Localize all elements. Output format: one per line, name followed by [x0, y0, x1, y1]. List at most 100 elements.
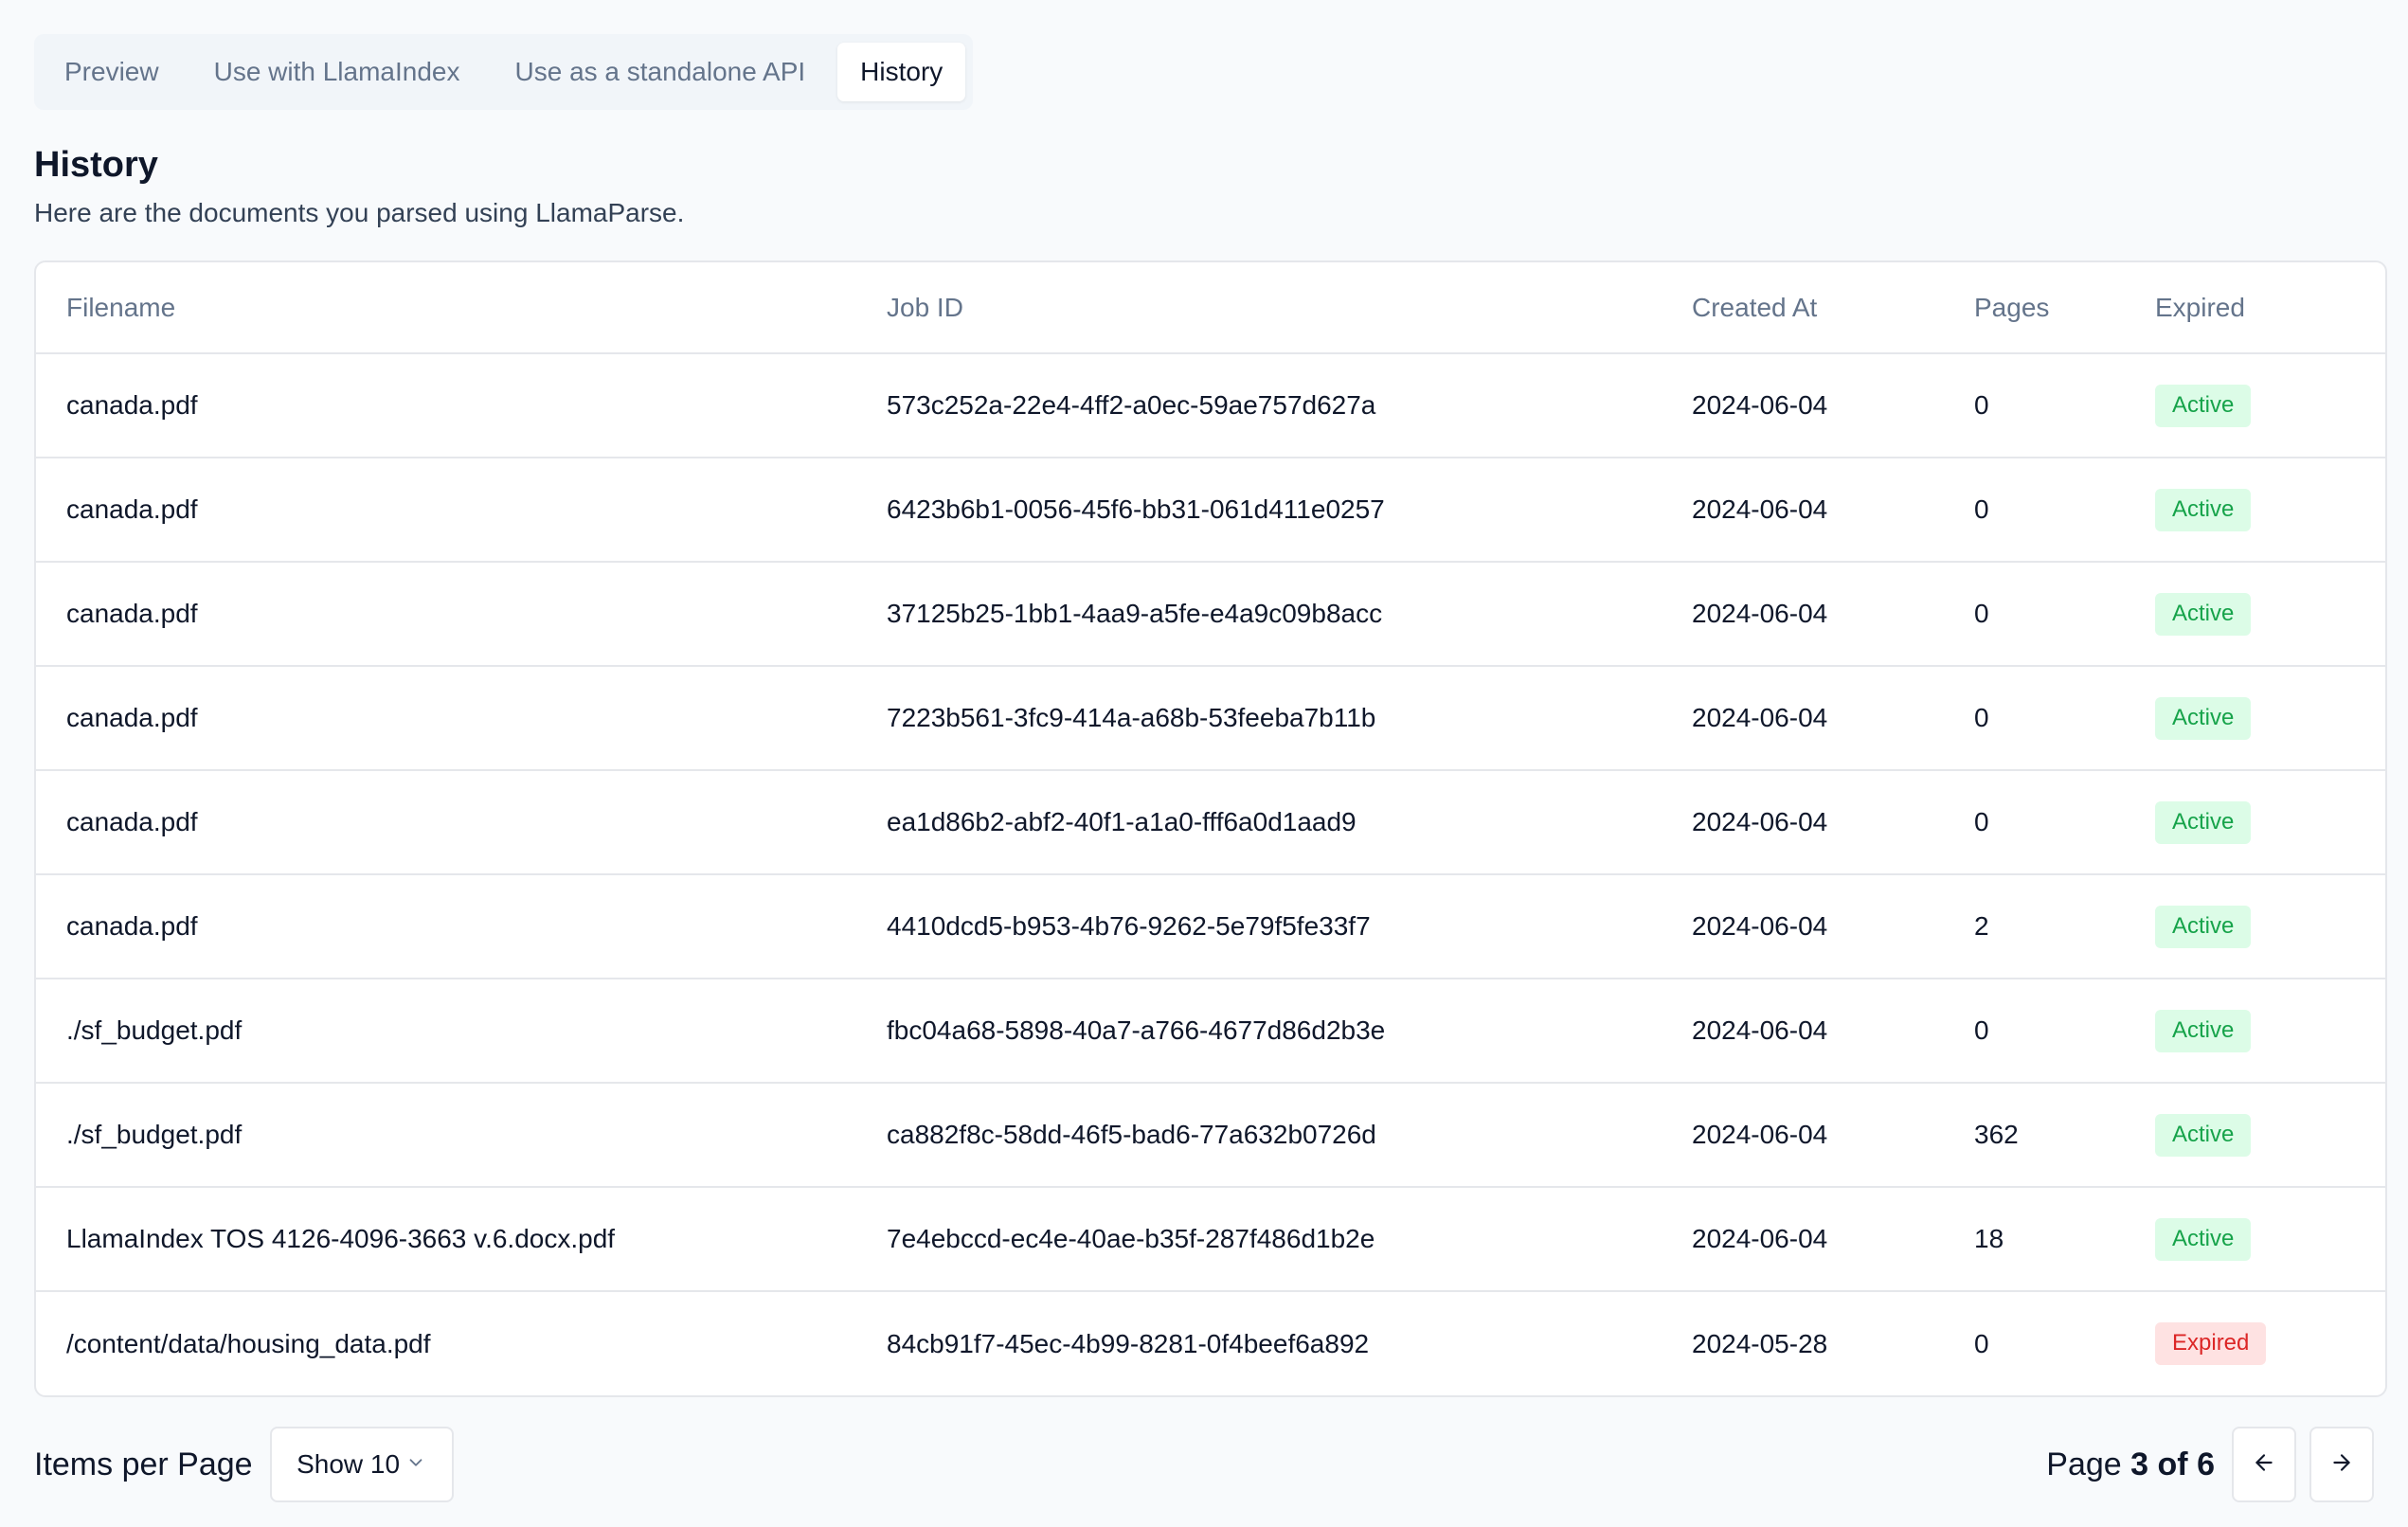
pages-cell: 0 [1974, 770, 2155, 876]
column-header-filename: Filename [36, 262, 887, 355]
previous-page-button[interactable] [2232, 1427, 2296, 1502]
arrow-left-icon [2252, 1450, 2276, 1480]
pages-cell: 362 [1974, 1083, 2155, 1189]
items-per-page-value: Show 10 [297, 1449, 401, 1479]
section-description: Here are the documents you parsed using … [34, 197, 685, 227]
created-at-cell: 2024-06-04 [1692, 979, 1974, 1085]
job-id-cell: ca882f8c-58dd-46f5-bad6-77a632b0726d [887, 1083, 1692, 1189]
expired-cell: Active [2155, 666, 2385, 772]
table-row[interactable]: /content/data/housing_data.pdf 84cb91f7-4… [36, 1291, 2385, 1395]
tab-use-with-llamaindex[interactable]: Use with LlamaIndex [191, 43, 483, 101]
table-header-row: Filename Job ID Created At Pages Expired [36, 262, 2385, 355]
history-table-card: Filename Job ID Created At Pages Expired… [34, 260, 2387, 1398]
table-row[interactable]: LlamaIndex TOS 4126-4096-3663 v.6.docx.p… [36, 1187, 2385, 1293]
created-at-cell: 2024-06-04 [1692, 562, 1974, 668]
expired-cell: Active [2155, 979, 2385, 1085]
filename-cell: canada.pdf [36, 770, 887, 876]
tab-preview[interactable]: Preview [42, 43, 182, 101]
created-at-cell: 2024-06-04 [1692, 770, 1974, 876]
table-row[interactable]: canada.pdf 6423b6b1-0056-45f6-bb31-061d41… [36, 458, 2385, 564]
filename-cell: canada.pdf [36, 666, 887, 772]
expired-cell: Active [2155, 353, 2385, 459]
table-row[interactable]: ./sf_budget.pdf ca882f8c-58dd-46f5-bad6-7… [36, 1083, 2385, 1189]
pages-cell: 0 [1974, 562, 2155, 668]
created-at-cell: 2024-06-04 [1692, 874, 1974, 980]
current-page: 3 [2130, 1446, 2149, 1482]
job-id-cell: fbc04a68-5898-40a7-a766-4677d86d2b3e [887, 979, 1692, 1085]
chevron-down-icon [405, 1449, 426, 1480]
created-at-cell: 2024-06-04 [1692, 353, 1974, 459]
pages-cell: 0 [1974, 666, 2155, 772]
tab-history[interactable]: History [837, 43, 966, 101]
items-per-page-select[interactable]: Show 10 [269, 1427, 454, 1502]
filename-cell: canada.pdf [36, 874, 887, 980]
status-badge: Active [2155, 488, 2252, 531]
arrow-right-icon [2329, 1450, 2354, 1480]
status-badge: Active [2155, 800, 2252, 844]
created-at-cell: 2024-06-04 [1692, 1187, 1974, 1293]
tab-bar: Preview Use with LlamaIndex Use as a sta… [34, 34, 974, 110]
job-id-cell: 7223b561-3fc9-414a-a68b-53feeba7b11b [887, 666, 1692, 772]
status-badge: Active [2155, 1217, 2252, 1261]
table-row[interactable]: canada.pdf 7223b561-3fc9-414a-a68b-53feeb… [36, 666, 2385, 772]
table-row[interactable]: canada.pdf 4410dcd5-b953-4b76-9262-5e79f5… [36, 874, 2385, 980]
total-pages: 6 [2197, 1446, 2215, 1482]
created-at-cell: 2024-06-04 [1692, 1083, 1974, 1189]
page: Preview Use with LlamaIndex Use as a sta… [0, 0, 2408, 1527]
table-row[interactable]: canada.pdf 573c252a-22e4-4ff2-a0ec-59ae75… [36, 353, 2385, 459]
filename-cell: /content/data/housing_data.pdf [66, 1328, 431, 1358]
created-at-cell: 2024-05-28 [1692, 1328, 1828, 1358]
job-id-cell: 4410dcd5-b953-4b76-9262-5e79f5fe33f7 [887, 874, 1692, 980]
filename-cell: canada.pdf [36, 458, 887, 564]
next-page-button[interactable] [2309, 1427, 2374, 1502]
filename-cell: canada.pdf [36, 562, 887, 668]
page-indicator: Page 3 of 6 [2046, 1446, 2215, 1482]
filename-cell: canada.pdf [36, 353, 887, 459]
history-table: Filename Job ID Created At Pages Expired… [36, 262, 2385, 1395]
items-per-page: Items per Page Show 10 [34, 1427, 454, 1502]
job-id-cell: 7e4ebccd-ec4e-40ae-b35f-287f486d1b2e [887, 1187, 1692, 1293]
status-badge: Active [2155, 1009, 2252, 1052]
column-header-created-at: Created At [1692, 262, 1974, 355]
job-id-cell: 37125b25-1bb1-4aa9-a5fe-e4a9c09b8acc [887, 562, 1692, 668]
expired-cell: Active [2155, 1083, 2385, 1189]
expired-cell: Expired [2155, 1291, 2385, 1395]
expired-cell: Active [2155, 458, 2385, 564]
page-navigation: Page 3 of 6 [2046, 1427, 2374, 1502]
expired-cell: Active [2155, 770, 2385, 876]
status-badge: Expired [2155, 1322, 2267, 1366]
status-badge: Active [2155, 1113, 2252, 1157]
expired-cell: Active [2155, 874, 2385, 980]
column-header-job-id: Job ID [887, 262, 1692, 355]
pages-cell: 0 [1974, 979, 2155, 1085]
job-id-cell: 6423b6b1-0056-45f6-bb31-061d411e0257 [887, 458, 1692, 564]
status-badge: Active [2155, 905, 2252, 948]
filename-cell: LlamaIndex TOS 4126-4096-3663 v.6.docx.p… [36, 1187, 887, 1293]
pages-cell: 18 [1974, 1187, 2155, 1293]
filename-cell: ./sf_budget.pdf [36, 1083, 887, 1189]
column-header-pages: Pages [1974, 262, 2155, 355]
status-badge: Active [2155, 384, 2252, 427]
table-row[interactable]: ./sf_budget.pdf fbc04a68-5898-40a7-a766-4… [36, 979, 2385, 1085]
pages-cell: 0 [1974, 353, 2155, 459]
status-badge: Active [2155, 696, 2252, 740]
tab-standalone-api[interactable]: Use as a standalone API [493, 43, 829, 101]
status-badge: Active [2155, 592, 2252, 636]
pages-cell: 2 [1974, 874, 2155, 980]
pagination-bar: Items per Page Show 10 Page 3 of 6 [34, 1427, 2374, 1502]
column-header-expired: Expired [2155, 262, 2385, 355]
items-per-page-label: Items per Page [34, 1446, 253, 1482]
table-row[interactable]: canada.pdf 37125b25-1bb1-4aa9-a5fe-e4a9c0… [36, 562, 2385, 668]
job-id-cell: 84cb91f7-45ec-4b99-8281-0f4beef6a892 [887, 1328, 1370, 1358]
job-id-cell: 573c252a-22e4-4ff2-a0ec-59ae757d627a [887, 353, 1692, 459]
table-body: canada.pdf 573c252a-22e4-4ff2-a0ec-59ae75… [36, 353, 2385, 1395]
pages-cell: 0 [1974, 458, 2155, 564]
expired-cell: Active [2155, 562, 2385, 668]
pages-cell: 0 [1974, 1328, 1989, 1358]
created-at-cell: 2024-06-04 [1692, 666, 1974, 772]
section-title: History [34, 145, 158, 185]
expired-cell: Active [2155, 1187, 2385, 1293]
created-at-cell: 2024-06-04 [1692, 458, 1974, 564]
table-row[interactable]: canada.pdf ea1d86b2-abf2-40f1-a1a0-fff6a0… [36, 770, 2385, 876]
job-id-cell: ea1d86b2-abf2-40f1-a1a0-fff6a0d1aad9 [887, 770, 1692, 876]
